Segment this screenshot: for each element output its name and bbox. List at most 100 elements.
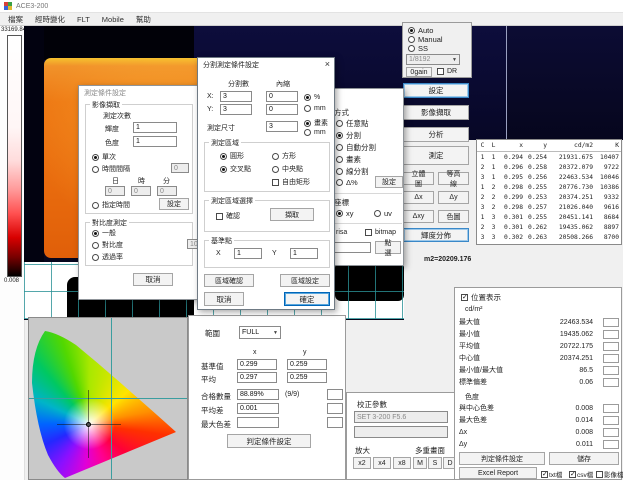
calib-set-field: SET 3-200 F5.6 xyxy=(354,411,448,423)
ref-x-field[interactable]: 0.299 xyxy=(237,359,277,370)
menu-item[interactable]: 檔案 xyxy=(8,14,23,25)
table-row[interactable]: 130.301 0.25520451.1418684 xyxy=(477,212,621,222)
judge-settings-button[interactable]: 判定條件設定 xyxy=(227,434,311,448)
scheduled-radio[interactable] xyxy=(92,202,99,209)
position-checkbox[interactable]: ✓ xyxy=(461,294,468,301)
luminance-dist-button[interactable]: 輝度分佈 xyxy=(403,228,469,242)
colormap-button[interactable]: 色圖 xyxy=(438,210,469,223)
delta-xy-button[interactable]: Δxy xyxy=(403,210,434,223)
analyze-button[interactable]: 分析 xyxy=(403,127,469,142)
manual-radio[interactable] xyxy=(408,36,415,43)
single-radio[interactable] xyxy=(92,154,99,161)
multi-s-button[interactable]: S xyxy=(428,457,442,469)
multi-m-button[interactable]: M xyxy=(413,457,427,469)
table-row[interactable]: 310.295 0.25622463.53410046 xyxy=(477,172,621,182)
mm-radio[interactable] xyxy=(304,105,311,112)
judge-settings-button-2[interactable]: 判定條件設定 xyxy=(459,452,545,465)
menu-item[interactable]: 幫助 xyxy=(136,14,151,25)
table-row[interactable]: 220.299 0.25320374.2519332 xyxy=(477,192,621,202)
split-radio[interactable] xyxy=(336,132,343,139)
method-set-button[interactable]: 設定 xyxy=(375,176,403,188)
menu-item[interactable]: FLT xyxy=(77,15,90,24)
ref-y-field[interactable]: 0.259 xyxy=(287,359,327,370)
confirm-checkbox[interactable] xyxy=(216,213,223,220)
split-cancel-button[interactable]: 取消 xyxy=(204,292,244,306)
transmit-radio[interactable] xyxy=(92,254,99,261)
delta-percent-radio[interactable] xyxy=(336,179,343,186)
chroma-count-field[interactable]: 1 xyxy=(133,136,177,147)
circle-radio[interactable] xyxy=(220,153,227,160)
image-file-checkbox[interactable] xyxy=(596,471,603,478)
ref-y-field[interactable]: 1 xyxy=(290,248,318,259)
csv-checkbox[interactable]: ✓ xyxy=(569,471,576,478)
browse-button[interactable]: 點選 xyxy=(375,241,401,254)
auto-split-radio[interactable] xyxy=(336,144,343,151)
table-row[interactable]: 320.298 0.25721026.0409616 xyxy=(477,202,621,212)
menu-item[interactable]: 經時變化 xyxy=(35,14,65,25)
gain-button[interactable]: 0gain xyxy=(406,67,432,77)
square-radio[interactable] xyxy=(272,153,279,160)
contour-button[interactable]: 等高線 xyxy=(438,172,469,185)
capture-region-button[interactable]: 擷取 xyxy=(270,208,314,221)
zoom-x4-button[interactable]: x4 xyxy=(373,457,391,469)
normal-radio[interactable] xyxy=(92,230,99,237)
table-row[interactable]: 330.302 0.26320508.2668700 xyxy=(477,232,621,242)
avg-y-field[interactable]: 0.259 xyxy=(287,372,327,383)
y-inset-field[interactable]: 0 xyxy=(266,104,298,115)
size-field[interactable]: 3 xyxy=(266,121,298,132)
close-icon[interactable]: × xyxy=(325,59,330,69)
excel-report-button[interactable]: Excel Report xyxy=(459,467,537,479)
split-ok-button[interactable]: 確定 xyxy=(284,292,330,306)
lum-count-field[interactable]: 1 xyxy=(133,122,177,133)
free-rect-checkbox[interactable] xyxy=(272,179,279,186)
center-radio[interactable] xyxy=(272,166,279,173)
contrast-radio[interactable] xyxy=(92,242,99,249)
x-inset-field[interactable]: 0 xyxy=(266,91,298,102)
save-button[interactable]: 儲存 xyxy=(549,452,619,465)
cross-radio[interactable] xyxy=(220,166,227,173)
secondary-image-panel[interactable] xyxy=(506,26,623,140)
delta-y-button[interactable]: Δy xyxy=(438,191,469,204)
ref-x-field[interactable]: 1 xyxy=(234,248,262,259)
bitmap-checkbox[interactable] xyxy=(365,229,372,236)
table-row[interactable]: 210.296 0.25820372.0799722 xyxy=(477,162,621,172)
schedule-set-button[interactable]: 設定 xyxy=(159,198,189,210)
file-path-field[interactable] xyxy=(333,242,371,253)
pixel-unit-radio[interactable] xyxy=(304,120,311,127)
settings-button[interactable]: 設定 xyxy=(403,83,469,98)
any-point-radio[interactable] xyxy=(336,120,343,127)
line-split-radio[interactable] xyxy=(336,168,343,175)
range-select[interactable]: FULL▼ xyxy=(239,326,281,339)
measurement-table[interactable]: C L x y cd/m2 K 110.294 0.25421931.67510… xyxy=(476,139,622,245)
cie-chromaticity-panel[interactable] xyxy=(28,317,188,480)
menu-item[interactable]: Mobile xyxy=(102,15,124,24)
mm-unit-radio[interactable] xyxy=(304,129,311,136)
zoom-x8-button[interactable]: x8 xyxy=(393,457,411,469)
view3d-button[interactable]: 立體圖 xyxy=(403,172,434,185)
x-div-field[interactable]: 3 xyxy=(220,91,252,102)
avg-x-field[interactable]: 0.297 xyxy=(237,372,277,383)
dr-checkbox[interactable] xyxy=(437,68,444,75)
measure-button[interactable]: 測定 xyxy=(403,146,469,165)
interval-radio[interactable] xyxy=(92,166,99,173)
xy-radio[interactable] xyxy=(336,210,343,217)
percent-radio[interactable] xyxy=(304,94,311,101)
shutter-select[interactable]: 1/8192▼ xyxy=(406,54,460,65)
auto-radio[interactable] xyxy=(408,27,415,34)
pixel-radio[interactable] xyxy=(336,156,343,163)
ss-radio[interactable] xyxy=(408,45,415,52)
uv-radio[interactable] xyxy=(374,210,381,217)
table-row[interactable]: 230.301 0.26219435.0628897 xyxy=(477,222,621,232)
region-set-button[interactable]: 區域設定 xyxy=(280,274,330,287)
capture-button[interactable]: 影像擷取 xyxy=(403,105,469,120)
table-row[interactable]: 120.298 0.25520776.73010386 xyxy=(477,182,621,192)
zoom-x2-button[interactable]: x2 xyxy=(353,457,371,469)
divisions-label: 分割數 xyxy=(228,79,249,89)
region-confirm-button[interactable]: 區域確認 xyxy=(204,274,254,287)
y-div-field[interactable]: 3 xyxy=(220,104,252,115)
table-row[interactable]: 110.294 0.25421931.67510407 xyxy=(477,152,621,162)
status-indicator xyxy=(603,428,619,437)
measure-cancel-button[interactable]: 取消 xyxy=(133,273,173,286)
delta-x-button[interactable]: Δx xyxy=(403,191,434,204)
txt-checkbox[interactable]: ✓ xyxy=(541,471,548,478)
